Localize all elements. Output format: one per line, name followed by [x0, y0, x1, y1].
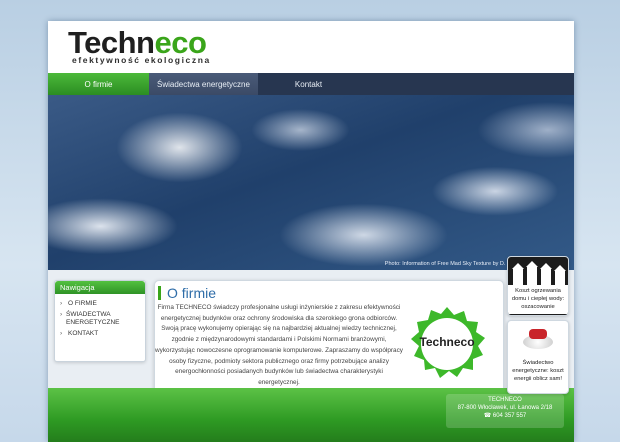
energy-certificate-card[interactable]: Świadectwo energetyczne: koszt energii o…	[507, 320, 569, 394]
sidebar-item-kontakt[interactable]: › KONTAKT	[55, 327, 145, 338]
nav-item-o-firmie[interactable]: O firmie	[48, 73, 149, 95]
logo-tagline: efektywność ekologiczna	[72, 55, 211, 65]
chevron-right-icon: ›	[60, 300, 63, 307]
main-content-box: O firmie Firma TECHNECO świadczy profesj…	[154, 280, 504, 404]
footer-contact-box: TECHNECO 87-800 Włocławek, ul. Łanowa 2/…	[446, 394, 564, 428]
content-area: Nawigacja › O FIRMIE › ŚWIADECTWA ENERGE…	[48, 270, 574, 404]
energy-certificate-label: Świadectwo energetyczne: koszt energii o…	[512, 360, 564, 382]
heating-cost-label: Koszt ogrzewania domu i ciepłej wody: os…	[508, 285, 568, 314]
sidebar-title: Nawigacja	[55, 281, 145, 294]
sidebar-item-o-firmie[interactable]: › O FIRMIE	[55, 297, 145, 308]
nav-item-kontakt[interactable]: Kontakt	[258, 73, 359, 95]
techneco-seal-logo: Techneco	[407, 305, 487, 385]
sidebar-item-label: KONTAKT	[68, 330, 99, 337]
heating-cost-card[interactable]: Koszt ogrzewania domu i ciepłej wody: os…	[507, 256, 569, 316]
chevron-right-icon: ›	[60, 330, 63, 337]
hero-sky-image: Photo: Information of Free Mad Sky Textu…	[48, 95, 574, 270]
footer: TECHNECO 87-800 Włocławek, ul. Łanowa 2/…	[48, 388, 574, 442]
top-nav: O firmie Świadectwa energetyczne Kontakt	[48, 73, 574, 95]
header: Techneco efektywność ekologiczna	[48, 21, 574, 73]
sidebar-item-swiadectwa[interactable]: › ŚWIADECTWA ENERGETYCZNE	[55, 308, 145, 327]
page: Techneco efektywność ekologiczna O firmi…	[48, 21, 574, 442]
page-title: O firmie	[167, 285, 216, 301]
right-column: Koszt ogrzewania domu i ciepłej wody: os…	[507, 256, 569, 398]
seal-text: Techneco	[419, 335, 475, 349]
footer-phone: ☎ 604 357 557	[483, 413, 527, 419]
thermostat-icon	[521, 327, 555, 351]
title-accent-bar	[158, 286, 161, 300]
company-description: Firma TECHNECO świadczy profesjonalne us…	[155, 304, 403, 386]
houses-icon	[508, 257, 568, 285]
nav-item-swiadectwa[interactable]: Świadectwa energetyczne	[149, 73, 258, 95]
sidebar-item-label: ŚWIADECTWA ENERGETYCZNE	[66, 311, 120, 326]
sidebar-item-label: O FIRMIE	[68, 300, 97, 307]
logo[interactable]: Techneco efektywność ekologiczna	[68, 27, 211, 66]
sidebar-navigation: Nawigacja › O FIRMIE › ŚWIADECTWA ENERGE…	[54, 280, 146, 362]
footer-address: 87-800 Włocławek, ul. Łanowa 2/18	[457, 405, 553, 411]
